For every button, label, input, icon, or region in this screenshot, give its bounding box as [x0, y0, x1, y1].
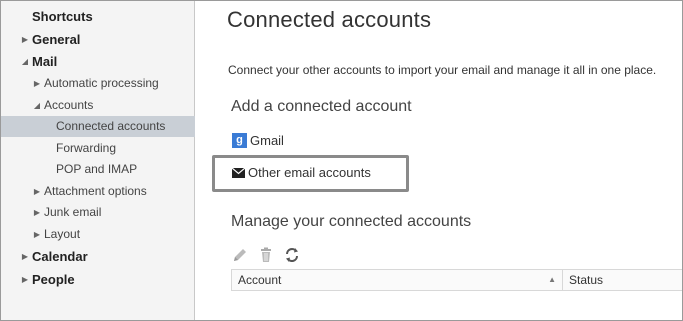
sidebar-item-label: Attachment options — [44, 184, 147, 198]
sidebar-item-layout[interactable]: ▶ Layout — [1, 224, 195, 245]
sidebar-item-label: Layout — [44, 227, 81, 241]
column-header-status[interactable]: Status — [564, 270, 682, 290]
column-header-label: Account — [238, 273, 282, 287]
gmail-label: Gmail — [250, 133, 284, 148]
manage-accounts-heading: Manage your connected accounts — [231, 213, 472, 230]
column-header-account[interactable]: Account ▲ — [231, 270, 563, 290]
expand-arrow-icon[interactable]: ▶ — [32, 73, 42, 94]
intro-text: Connect your other accounts to import yo… — [228, 63, 657, 77]
gmail-icon: g — [232, 133, 247, 148]
sidebar-item-pop-imap[interactable]: POP and IMAP — [1, 159, 195, 180]
expand-arrow-icon[interactable]: ▶ — [32, 224, 42, 245]
expand-arrow-icon[interactable]: ▶ — [32, 181, 42, 202]
sidebar-item-forwarding[interactable]: Forwarding — [1, 138, 195, 159]
sidebar-item-people[interactable]: ▶ People — [1, 269, 195, 290]
collapse-arrow-icon[interactable]: ◢ — [32, 95, 42, 116]
other-email-accounts-label: Other email accounts — [248, 165, 371, 180]
sidebar-item-attachment-options[interactable]: ▶ Attachment options — [1, 181, 195, 202]
sidebar-item-connected-accounts[interactable]: Connected accounts — [1, 116, 195, 137]
envelope-icon — [232, 167, 245, 178]
sidebar-item-label: Mail — [32, 54, 58, 69]
sidebar-item-label: Calendar — [32, 249, 88, 264]
expand-arrow-icon[interactable]: ▶ — [32, 202, 42, 223]
sidebar-item-automatic-processing[interactable]: ▶ Automatic processing — [1, 73, 195, 94]
sidebar-item-label: General — [32, 32, 81, 47]
sidebar-item-mail[interactable]: ◢ Mail — [1, 51, 195, 72]
sidebar-item-label: Junk email — [44, 205, 102, 219]
main-panel: Connected accounts Connect your other ac… — [196, 1, 682, 320]
accounts-table-header: Account ▲ Status — [231, 269, 682, 291]
sidebar-item-calendar[interactable]: ▶ Calendar — [1, 246, 195, 267]
page-title: Connected accounts — [227, 7, 432, 32]
sidebar-item-label: Accounts — [44, 98, 94, 112]
sort-ascending-icon[interactable]: ▲ — [548, 270, 556, 290]
other-email-accounts-link[interactable]: Other email accounts — [232, 165, 371, 180]
sidebar-item-label: People — [32, 272, 75, 287]
expand-arrow-icon[interactable]: ▶ — [20, 246, 30, 267]
sidebar-item-label: Connected accounts — [56, 119, 166, 133]
collapse-arrow-icon[interactable]: ◢ — [20, 51, 30, 72]
expand-arrow-icon[interactable]: ▶ — [20, 29, 30, 50]
expand-arrow-icon[interactable]: ▶ — [20, 269, 30, 290]
sidebar-item-label: Forwarding — [56, 141, 117, 155]
sidebar-item-general[interactable]: ▶ General — [1, 29, 195, 50]
add-account-heading: Add a connected account — [231, 98, 412, 115]
sidebar-item-label: POP and IMAP — [56, 162, 138, 176]
gmail-link[interactable]: g Gmail — [232, 133, 284, 148]
settings-sidebar: Shortcuts ▶ General ◢ Mail ▶ Automatic p… — [1, 1, 195, 320]
refresh-icon[interactable] — [284, 247, 300, 263]
sidebar-item-label: Automatic processing — [44, 76, 159, 90]
trash-icon[interactable] — [258, 247, 274, 263]
sidebar-item-accounts[interactable]: ◢ Accounts — [1, 95, 195, 116]
sidebar-item-shortcuts[interactable]: Shortcuts — [1, 6, 195, 27]
accounts-toolbar — [232, 247, 300, 263]
column-header-label: Status — [569, 273, 604, 287]
pencil-icon[interactable] — [232, 247, 248, 263]
sidebar-item-junk-email[interactable]: ▶ Junk email — [1, 202, 195, 223]
sidebar-item-label: Shortcuts — [32, 9, 93, 24]
